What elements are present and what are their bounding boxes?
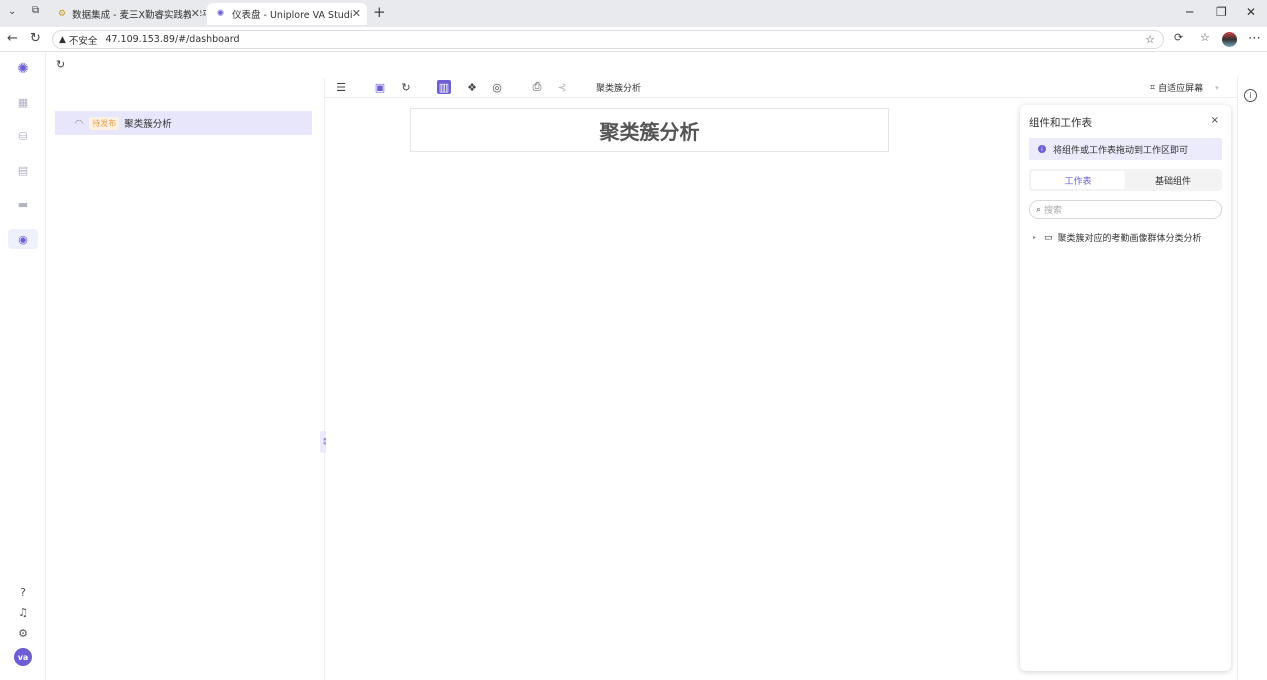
warning-icon: ▲ [59, 34, 66, 45]
reload-icon[interactable]: ↻ [30, 31, 41, 46]
folder-icon[interactable]: ▬ [12, 194, 34, 214]
tab-data-integration[interactable]: ⚙ 数据集成 - 麦三X勤睿实践教学平台 ✕ [50, 3, 206, 25]
tab-dashboard[interactable]: ✺ 仪表盘 - Uniplore VA Studio ✕ [207, 3, 367, 25]
gear-favicon-icon: ⚙ [58, 9, 67, 19]
tree-node-folder[interactable]: ▸ ▭ 聚类簇对应的考勤画像群体分类分析 [1033, 231, 1202, 245]
star-icon[interactable]: ☆ [1145, 33, 1155, 46]
restore-icon[interactable]: ❐ [1216, 5, 1227, 19]
database-icon[interactable]: ⛁ [12, 126, 34, 146]
reload-data-icon[interactable]: ↻ [399, 80, 413, 94]
outline-icon[interactable]: ☰ [334, 80, 348, 94]
dashboard-title[interactable]: 聚类簇分析 [410, 108, 889, 152]
fit-screen-label: 自适应屏幕 [1158, 84, 1204, 94]
caret-right-icon: ▸ [1033, 234, 1037, 241]
dashboard-tree: ◠ 待发布 聚类簇分析 [46, 78, 325, 680]
workspaces-icon[interactable]: ⧉ [32, 5, 39, 16]
layout-icon[interactable]: ❖ [465, 80, 479, 94]
status-badge: 待发布 [89, 116, 120, 130]
bell-icon[interactable]: ♫ [12, 602, 34, 622]
tab-basic-components[interactable]: 基础组件 [1126, 171, 1220, 189]
refresh-icon[interactable]: ↻ [56, 58, 65, 71]
folder-icon: ▭ [1044, 232, 1053, 243]
fit-screen-icon: ⌗ [1150, 82, 1156, 93]
chevron-down-icon: ▾ [1215, 83, 1219, 92]
close-tab-icon[interactable]: ✕ [190, 7, 200, 20]
share-icon[interactable]: ⊰ [555, 80, 569, 94]
tip-text: 将组件或工作表拖动到工作区即可 [1053, 145, 1189, 156]
url-input[interactable]: ▲ 不安全 47.109.153.89/#/dashboard ☆ [52, 30, 1164, 49]
publish-icon[interactable]: ⎙ [530, 80, 544, 94]
url-text: 47.109.153.89/#/dashboard [105, 34, 240, 45]
components-panel: 组件和工作表 × i 将组件或工作表拖动到工作区即可 工作表 基础组件 ⌕ 搜索… [1020, 105, 1231, 671]
uniplore-favicon-icon: ✺ [216, 9, 225, 19]
dashboard-icon[interactable]: ◉ [8, 229, 38, 249]
close-tab-icon[interactable]: ✕ [351, 7, 361, 20]
new-tab-button[interactable]: + [373, 3, 386, 21]
more-menu-icon[interactable]: ⋯ [1248, 31, 1261, 46]
tree-item-label: 聚类簇分析 [124, 119, 172, 130]
chart-mode-icon[interactable]: ▥ [437, 80, 451, 94]
extensions-icon[interactable]: ⟳ [1174, 31, 1183, 44]
settings-icon[interactable]: ⚙ [12, 623, 34, 643]
back-icon[interactable]: ← [7, 31, 18, 46]
fit-screen-button[interactable]: ⌗ 自适应屏幕 ▾ [1150, 81, 1219, 95]
user-avatar[interactable]: va [14, 648, 32, 666]
help-icon[interactable]: ? [12, 582, 34, 602]
panel-tip: i 将组件或工作表拖动到工作区即可 [1029, 138, 1222, 160]
profile-avatar[interactable] [1222, 32, 1237, 47]
favorites-icon[interactable]: ☆ [1200, 31, 1210, 44]
right-strip: i [1237, 76, 1267, 680]
search-placeholder: 搜索 [1044, 206, 1063, 216]
address-bar: ← ↻ ▲ 不安全 47.109.153.89/#/dashboard ☆ ⟳ … [0, 27, 1267, 52]
panel-title: 组件和工作表 [1029, 117, 1092, 129]
panel-search-input[interactable]: ⌕ 搜索 [1029, 200, 1222, 219]
left-nav: ✺ ▦ ⛁ ▤ ▬ ◉ ? ♫ ⚙ va [0, 52, 46, 680]
tree-item-dashboard[interactable]: ◠ 待发布 聚类簇分析 [55, 111, 312, 135]
search-icon: ⌕ [1036, 204, 1042, 215]
tab-worksheets[interactable]: 工作表 [1031, 171, 1125, 189]
minimize-icon[interactable]: ─ [1186, 5, 1193, 19]
info-icon[interactable]: i [1244, 89, 1257, 102]
tab-label: 数据集成 - 麦三X勤睿实践教学平台 [72, 10, 206, 21]
dashboard-name: 聚类簇分析 [596, 84, 642, 94]
close-icon[interactable]: × [1211, 115, 1219, 126]
panel-tabs: 工作表 基础组件 [1029, 169, 1222, 191]
tab-label: 仪表盘 - Uniplore VA Studio [232, 10, 359, 21]
info-dot-icon: i [1038, 145, 1046, 153]
worksheet-icon[interactable]: ▤ [12, 160, 34, 180]
browser-tab-bar: ⌄ ⧉ ⚙ 数据集成 - 麦三X勤睿实践教学平台 ✕ ✺ 仪表盘 - Unipl… [0, 0, 1267, 27]
status-icon: ◠ [75, 117, 84, 129]
tab-list-icon[interactable]: ⌄ [8, 6, 16, 17]
not-secure-label: 不安全 [68, 35, 98, 47]
close-window-icon[interactable]: ✕ [1246, 5, 1256, 19]
apps-icon[interactable]: ▦ [12, 92, 34, 112]
node-label: 聚类簇对应的考勤画像群体分类分析 [1057, 234, 1202, 244]
preview-icon[interactable]: ◎ [490, 80, 504, 94]
logo-icon[interactable]: ✺ [12, 59, 34, 79]
save-icon[interactable]: ▣ [373, 80, 387, 94]
